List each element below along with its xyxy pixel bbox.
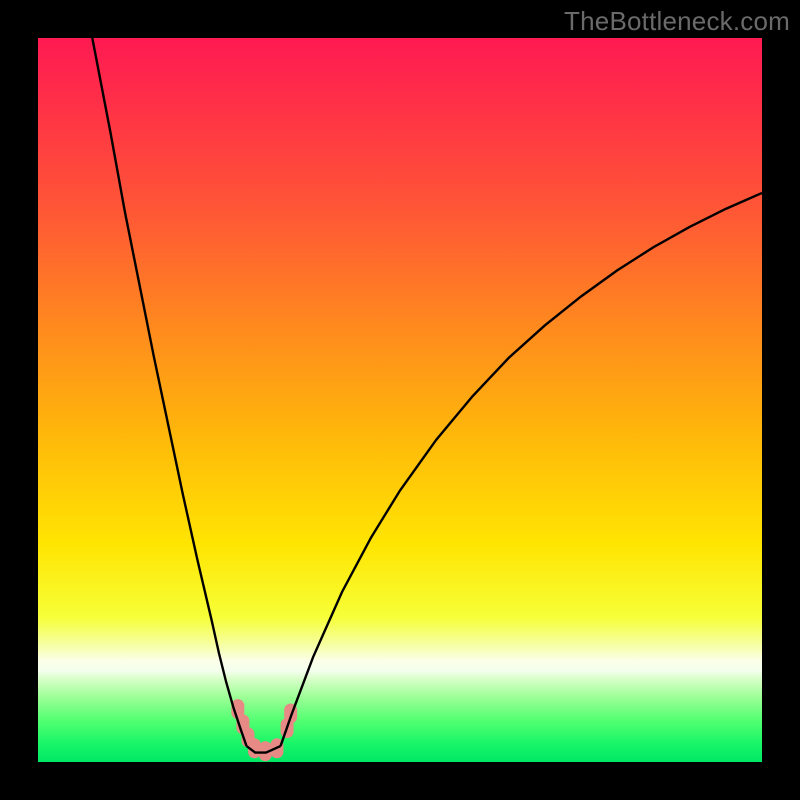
plot-area xyxy=(38,38,762,762)
curve-layer xyxy=(38,38,762,762)
chart-frame: TheBottleneck.com xyxy=(0,0,800,800)
watermark-text: TheBottleneck.com xyxy=(564,6,790,37)
right-curve xyxy=(281,193,762,746)
left-curve xyxy=(92,38,246,746)
